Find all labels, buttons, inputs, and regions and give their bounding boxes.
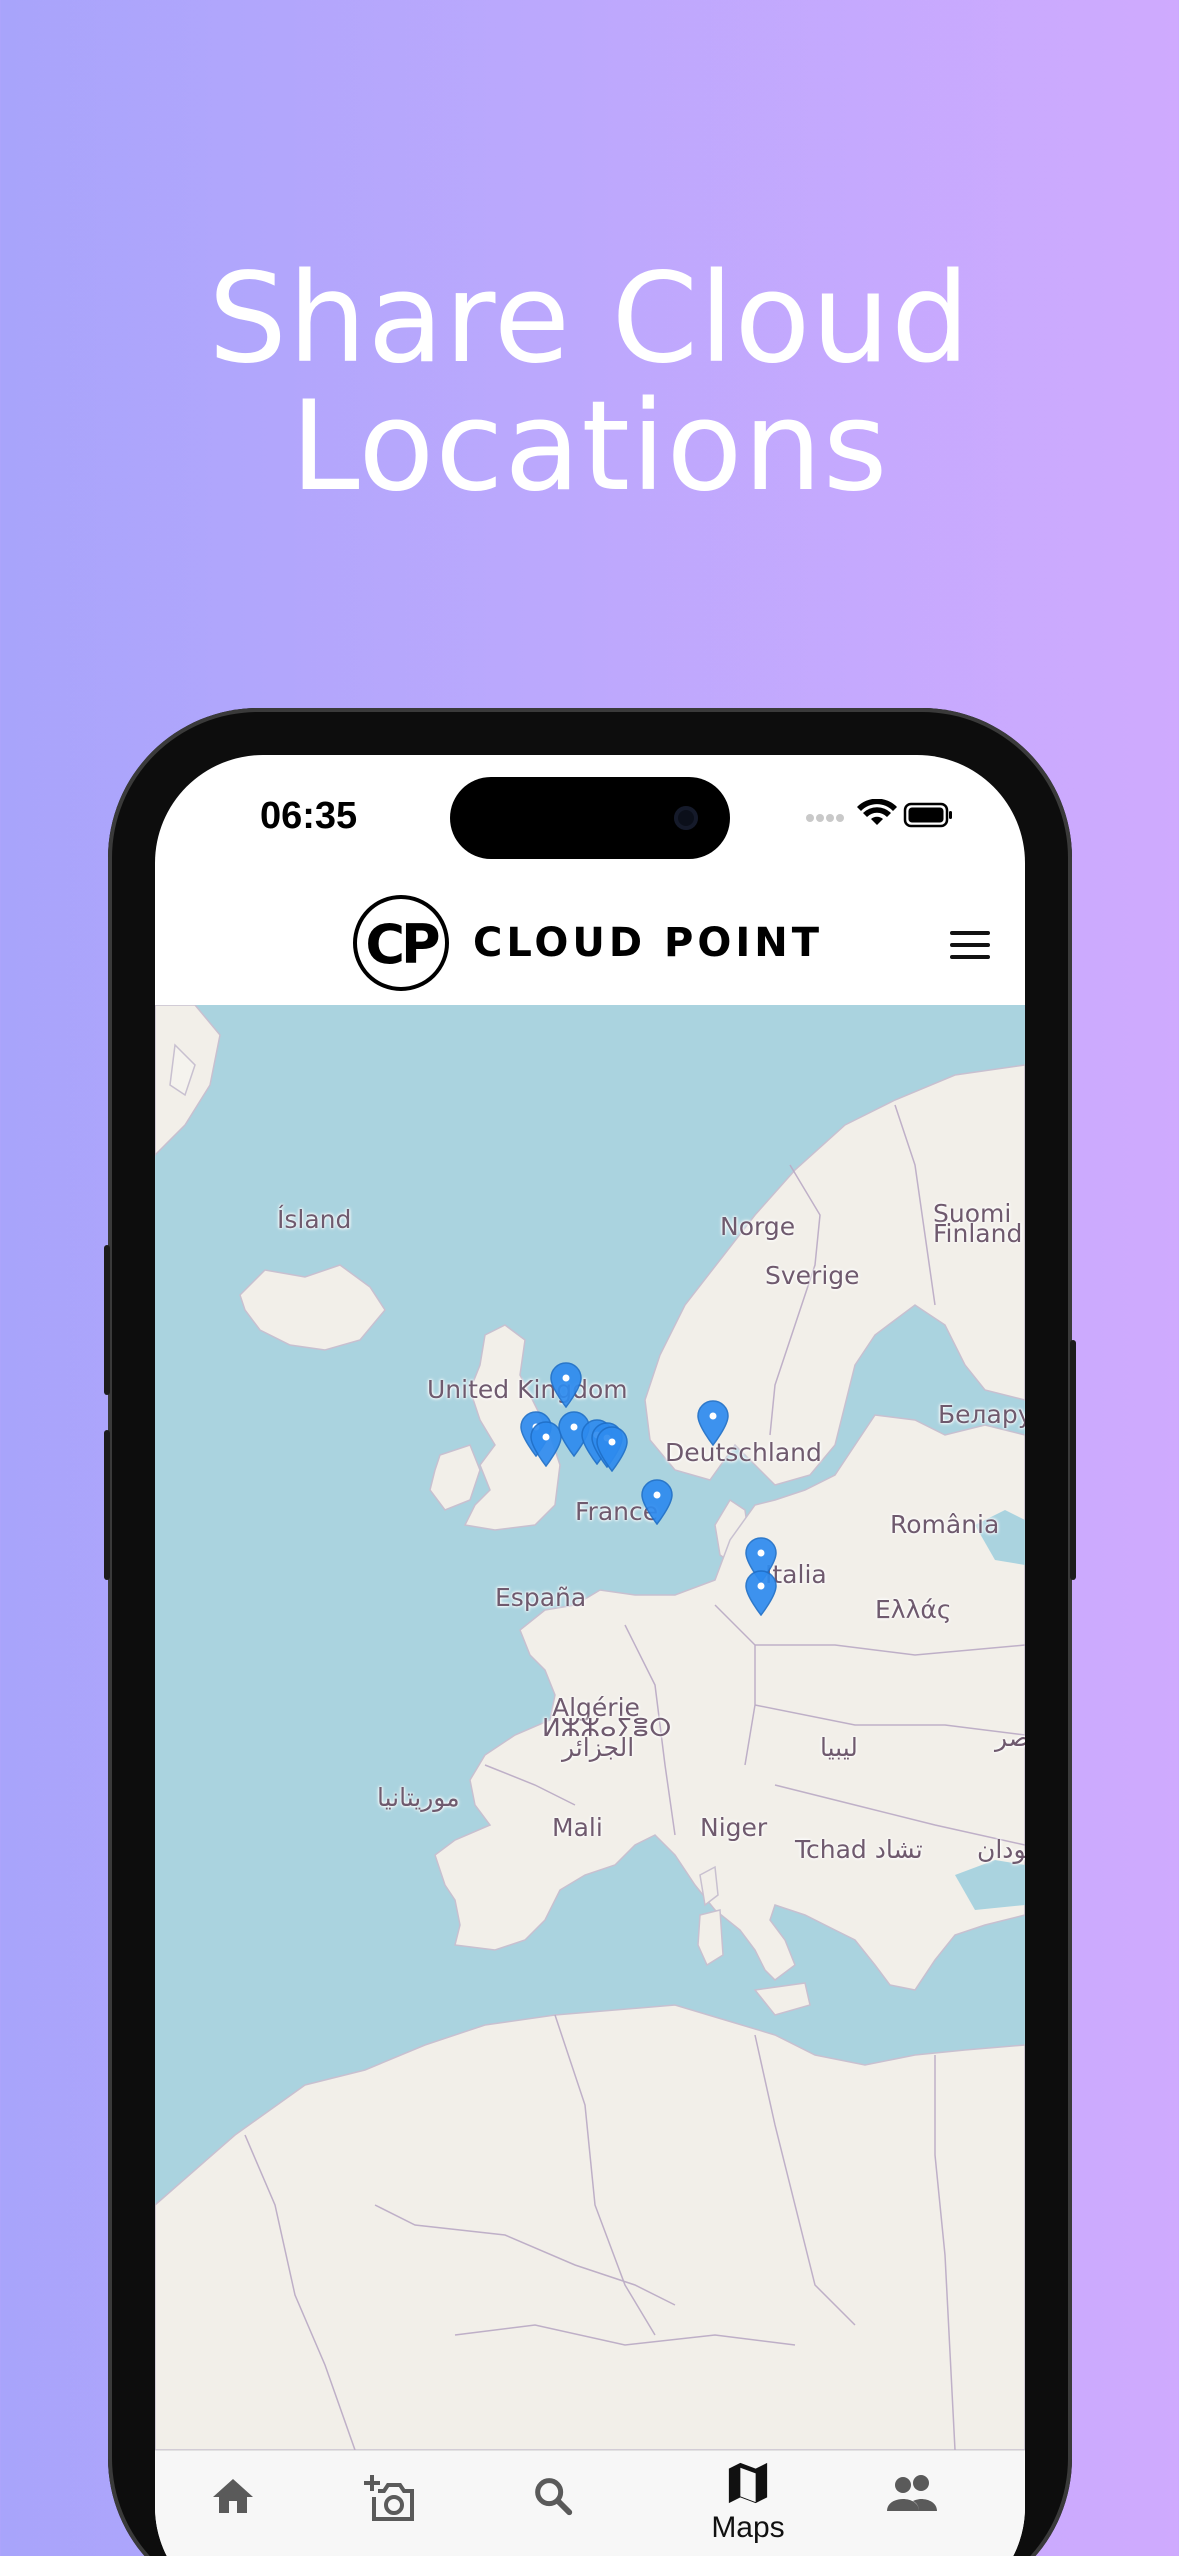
add-photo-icon [364, 2475, 414, 2521]
map-label-uk: United Kingdom [427, 1375, 628, 1404]
location-pin-icon[interactable] [696, 1400, 730, 1446]
app-logo[interactable]: CP [353, 895, 449, 991]
sicily-land [753, 1982, 811, 2016]
status-indicators [806, 798, 952, 828]
hamburger-menu-button[interactable] [950, 931, 990, 961]
status-time: 06:35 [260, 795, 358, 837]
map-label-egypt: مصر [995, 1723, 1025, 1752]
bottom-tab-bar: Maps [155, 2450, 1025, 2556]
map-label-belarus: Белару [938, 1400, 1025, 1429]
camera-icon [674, 806, 698, 830]
phone-side-button [1070, 1340, 1076, 1580]
tab-search[interactable] [493, 2473, 613, 2519]
location-pin-icon[interactable] [744, 1570, 778, 1616]
tab-maps-label: Maps [711, 2511, 785, 2544]
tab-add-photo[interactable] [330, 2473, 450, 2525]
people-icon [887, 2475, 937, 2511]
promo-headline: Share Cloud Locations [0, 255, 1179, 511]
map-label-germany: Deutschland [665, 1438, 822, 1467]
tab-home[interactable] [173, 2473, 293, 2521]
menu-line [950, 931, 990, 935]
map-label-sweden: Sverige [765, 1261, 860, 1290]
ireland-land [429, 1444, 481, 1511]
location-pin-icon[interactable] [640, 1479, 674, 1525]
iceland-land [239, 1264, 386, 1351]
cellular-signal-icon [806, 814, 844, 822]
phone-side-button [104, 1430, 110, 1580]
status-icons [805, 798, 955, 829]
map-label-algeria-3: الجزائر [562, 1733, 635, 1762]
map-label-greece: Ελλάς [875, 1595, 952, 1624]
location-pin-icon[interactable] [595, 1426, 629, 1472]
headline-line-1: Share Cloud [208, 247, 971, 391]
dynamic-island [450, 777, 730, 859]
sardinia-land [697, 1909, 724, 1967]
map-label-chad: Tchad تشاد [795, 1835, 923, 1864]
north-africa-land [155, 2004, 1025, 2450]
tab-maps[interactable]: Maps [688, 2461, 808, 2545]
map-label-libya: ليبيا [820, 1733, 858, 1762]
home-icon [213, 2479, 253, 2513]
map-label-romania: România [890, 1510, 1000, 1539]
menu-line [950, 955, 990, 959]
search-icon [535, 2478, 573, 2516]
app-header: CP CLOUD POINT [155, 875, 1025, 1005]
map-icon [728, 2462, 768, 2504]
map-label-mali: Mali [552, 1813, 603, 1842]
map-label-mauritania: موريتانيا [377, 1783, 460, 1812]
tab-people[interactable] [852, 2473, 972, 2513]
brand-name: CLOUD POINT [473, 920, 823, 966]
map-view[interactable]: Ísland Norge Sverige Suomi Finland Unite… [155, 1005, 1025, 2450]
map-label-finland-2: Finland [933, 1219, 1023, 1248]
phone-screen: 06:35 CP CLOUD POINT Ísland Norge Sverig… [155, 755, 1025, 2556]
headline-line-2: Locations [290, 375, 889, 519]
wifi-icon [857, 798, 897, 825]
map-label-niger: Niger [700, 1813, 768, 1842]
phone-side-button [104, 1245, 110, 1395]
location-pin-icon[interactable] [549, 1362, 583, 1408]
menu-line [950, 943, 990, 947]
logo-text: CP [365, 913, 440, 976]
map-label-sudan: السودان [977, 1835, 1025, 1864]
map-label-iceland: Ísland [277, 1205, 352, 1234]
map-label-norway: Norge [720, 1212, 796, 1241]
map-label-spain: España [495, 1583, 587, 1612]
battery-icon [903, 802, 952, 828]
